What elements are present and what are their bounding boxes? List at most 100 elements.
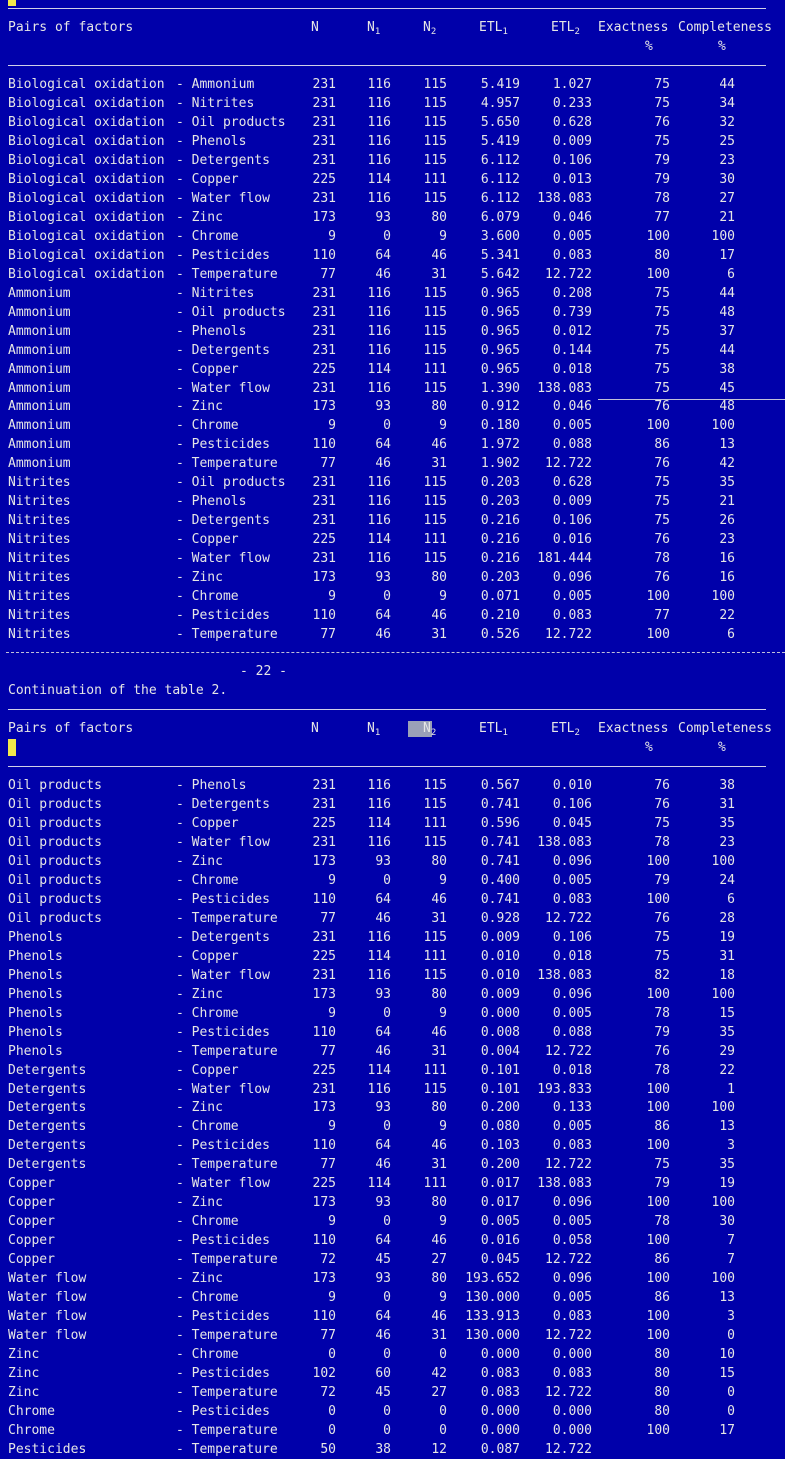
cell-etl2: 0.083 (552, 247, 592, 263)
top-rule (8, 8, 766, 9)
cell-completeness: 100 (711, 1195, 735, 1211)
cell-completeness: 23 (719, 834, 735, 850)
factor-1: Detergents (8, 1138, 87, 1154)
factor-1: Phenols (8, 948, 63, 964)
cell-completeness: 100 (711, 589, 735, 605)
cell-etl2: 0.739 (552, 304, 592, 320)
cell-completeness: 22 (719, 608, 735, 624)
cell-etl2: 0.005 (552, 228, 592, 244)
factor-2: - Zinc (176, 986, 223, 1002)
cell-completeness: 23 (719, 152, 735, 168)
cell-etl2: 12.722 (545, 910, 592, 926)
header-pairs: Pairs of factors (8, 721, 134, 736)
cell-etl2: 138.083 (537, 1176, 592, 1192)
cell-completeness: 23 (719, 532, 735, 548)
factor-1: Oil products (8, 834, 102, 850)
cell-etl2: 0.009 (552, 133, 592, 149)
cell-etl2: 138.083 (537, 190, 592, 206)
cell-etl2: 0.000 (552, 1422, 592, 1438)
factor-1: Water flow (8, 1271, 87, 1287)
header-rule-bottom (8, 766, 766, 767)
header-n2: N2 (423, 721, 437, 738)
factor-1: Phenols (8, 967, 63, 983)
cell-etl2: 0.096 (552, 1195, 592, 1211)
cell-etl2: 0.058 (552, 1233, 592, 1249)
factor-2: - Copper (176, 361, 239, 377)
cell-completeness: 7 (727, 1252, 735, 1268)
factor-1: Copper (8, 1176, 55, 1192)
cell-etl2: 0.144 (552, 342, 592, 358)
factor-1: Nitrites (8, 627, 71, 643)
factor-1: Detergents (8, 1062, 87, 1078)
cell-completeness: 32 (719, 114, 735, 130)
factor-1: Phenols (8, 1005, 63, 1021)
cell-etl2: 0.096 (552, 853, 592, 869)
factor-1: Nitrites (8, 608, 71, 624)
cell-completeness: 100 (711, 986, 735, 1002)
factor-1: Biological oxidation (8, 152, 165, 168)
factor-2: - Zinc (176, 209, 223, 225)
cell-etl2: 0.096 (552, 986, 592, 1002)
factor-2: - Chrome (176, 1119, 239, 1135)
factor-1: Ammonium (8, 361, 71, 377)
cell-completeness: 1 (727, 1081, 735, 1097)
cell-completeness: 100 (711, 418, 735, 434)
cell-completeness: 6 (727, 891, 735, 907)
cell-completeness: 35 (719, 475, 735, 491)
cell-completeness: 13 (719, 1119, 735, 1135)
cell-etl2: 0.018 (552, 361, 592, 377)
factor-2: - Zinc (176, 853, 223, 869)
factor-2: - Nitrites (176, 95, 255, 111)
factor-1: Nitrites (8, 589, 71, 605)
continuation-caption: Continuation of the table 2. (8, 683, 228, 698)
factor-1: Oil products (8, 853, 102, 869)
cell-completeness: 13 (719, 1290, 735, 1306)
factor-1: Ammonium (8, 380, 71, 396)
cell-completeness: 3 (727, 1309, 735, 1325)
cell-completeness: 30 (719, 1214, 735, 1230)
cell-completeness: 18 (719, 967, 735, 983)
cell-etl2: 1.027 (552, 77, 592, 92)
cell-etl2: 12.722 (545, 1328, 592, 1344)
cell-etl2: 0.083 (552, 1309, 592, 1325)
factor-1: Oil products (8, 910, 102, 926)
cell-completeness: 31 (719, 948, 735, 964)
cell-etl2: 12.722 (545, 627, 592, 643)
cell-etl2: 0.046 (552, 399, 592, 415)
factor-2: - Chrome (176, 1347, 239, 1363)
factor-1: Biological oxidation (8, 171, 165, 187)
header-n: N (311, 721, 319, 736)
cell-completeness: 100 (711, 853, 735, 869)
factor-1: Chrome (8, 1404, 55, 1419)
cell-completeness: 44 (719, 285, 735, 301)
cell-completeness: 37 (719, 323, 735, 339)
cell-completeness: 21 (719, 494, 735, 510)
cell-completeness: 29 (719, 1043, 735, 1059)
cell-etl2: 0.045 (552, 815, 592, 831)
cell-completeness: 45 (719, 380, 735, 396)
cell-completeness: 17 (719, 1422, 735, 1438)
factor-1: Ammonium (8, 304, 71, 320)
factor-1: Zinc (8, 1366, 40, 1382)
cell-etl2: 0.083 (552, 608, 592, 624)
factor-1: Biological oxidation (8, 190, 165, 206)
header-completeness: Completeness (678, 20, 772, 35)
factor-1: Ammonium (8, 456, 71, 472)
factor-1: Ammonium (8, 342, 71, 358)
factor-1: Nitrites (8, 551, 71, 567)
cell-etl2: 0.096 (552, 570, 592, 586)
cell-completeness: 13 (719, 437, 735, 453)
cell-etl2: 12.722 (545, 1043, 592, 1059)
cell-etl2: 0.005 (552, 1119, 592, 1135)
cell-completeness: 17 (719, 247, 735, 263)
factor-1: Water flow (8, 1309, 87, 1325)
factor-2: - Copper (176, 171, 239, 187)
text-cursor (8, 739, 16, 756)
factor-1: Nitrites (8, 513, 71, 529)
cell-etl2: 0.005 (552, 1290, 592, 1306)
factor-1: Ammonium (8, 323, 71, 339)
header-exactness-pct: % (645, 740, 653, 755)
factor-1: Ammonium (8, 437, 71, 453)
factor-2: - Ammonium (176, 77, 255, 92)
cell-completeness: 30 (719, 171, 735, 187)
